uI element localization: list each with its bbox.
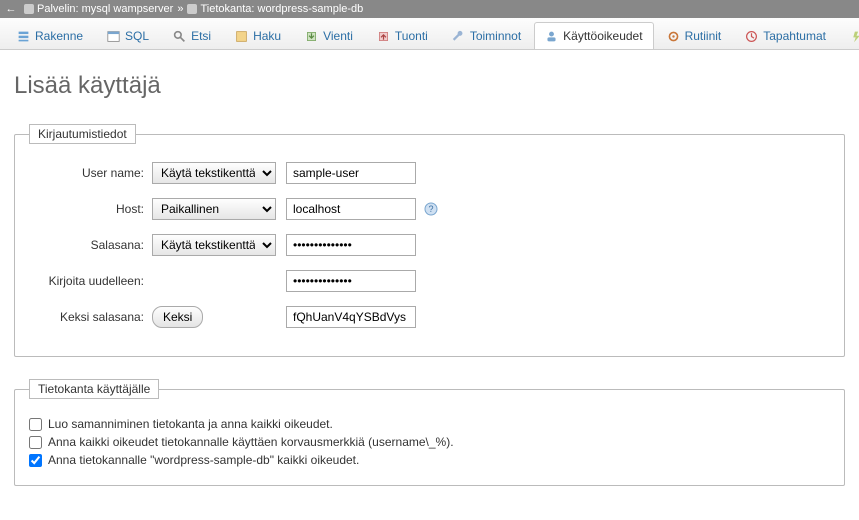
trigger-icon [850, 30, 859, 43]
opt-create-db-label: Luo samanniminen tietokanta ja anna kaik… [48, 417, 333, 431]
username-input[interactable] [286, 162, 416, 184]
main-content: Lisää käyttäjä Kirjautumistiedot User na… [0, 50, 859, 520]
opt-grant-db-checkbox[interactable] [29, 454, 42, 467]
export-icon [305, 30, 318, 43]
tab-sql[interactable]: SQL [96, 22, 160, 49]
db-user-legend: Tietokanta käyttäjälle [29, 379, 159, 399]
opt-grant-db-label: Anna tietokannalle "wordpress-sample-db"… [48, 453, 359, 467]
database-icon [187, 4, 197, 14]
server-crumb[interactable]: Palvelin: mysql wampserver [37, 3, 173, 15]
login-info-fieldset: Kirjautumistiedot User name: Käytä tekst… [14, 124, 845, 357]
generated-password-input[interactable] [286, 306, 416, 328]
host-row: Host: Paikallinen ? [29, 198, 830, 220]
opt-wildcard-label: Anna kaikki oikeudet tietokannalle käytt… [48, 435, 454, 449]
clock-icon [745, 30, 758, 43]
tab-privileges[interactable]: Käyttöoikeudet [534, 22, 653, 49]
opt-wildcard-checkbox[interactable] [29, 436, 42, 449]
password-mode-select[interactable]: Käytä tekstikenttää: [152, 234, 276, 256]
username-label: User name: [29, 166, 144, 180]
tab-label: Tapahtumat [763, 29, 826, 43]
sql-icon [107, 30, 120, 43]
tab-label: Vienti [323, 29, 353, 43]
generate-btn-wrap: Keksi [152, 306, 276, 328]
tab-search[interactable]: Etsi [162, 22, 222, 49]
back-arrow-icon[interactable]: ← [4, 3, 18, 15]
database-crumb[interactable]: Tietokanta: wordpress-sample-db [200, 3, 363, 15]
location-bar: ← Palvelin: mysql wampserver » Tietokant… [0, 0, 859, 18]
tab-events[interactable]: Tapahtumat [734, 22, 837, 49]
tab-triggers[interactable]: Herättimet [839, 22, 859, 49]
import-icon [377, 30, 390, 43]
opt-grant-db-row: Anna tietokannalle "wordpress-sample-db"… [29, 453, 830, 467]
privileges-icon [545, 30, 558, 43]
db-user-fieldset: Tietokanta käyttäjälle Luo samanniminen … [14, 379, 845, 486]
password-label: Salasana: [29, 238, 144, 252]
tab-label: Rakenne [35, 29, 83, 43]
tab-export[interactable]: Vienti [294, 22, 364, 49]
tab-label: Käyttöoikeudet [563, 29, 642, 43]
tab-label: Toiminnot [470, 29, 521, 43]
tab-label: Etsi [191, 29, 211, 43]
tab-label: SQL [125, 29, 149, 43]
username-mode-select[interactable]: Käytä tekstikenttää: [152, 162, 276, 184]
tab-label: Tuonti [395, 29, 428, 43]
opt-create-db-row: Luo samanniminen tietokanta ja anna kaik… [29, 417, 830, 431]
tab-label: Haku [253, 29, 281, 43]
generate-button[interactable]: Keksi [152, 306, 203, 328]
generate-row: Keksi salasana: Keksi [29, 306, 830, 328]
tab-routines[interactable]: Rutiinit [656, 22, 733, 49]
structure-icon [17, 30, 30, 43]
page-title: Lisää käyttäjä [14, 72, 845, 100]
tab-operations[interactable]: Toiminnot [441, 22, 532, 49]
tab-bar: Rakenne SQL Etsi Haku Vienti Tuonti Toim… [0, 18, 859, 50]
host-mode-select[interactable]: Paikallinen [152, 198, 276, 220]
retype-row: Kirjoita uudelleen: [29, 270, 830, 292]
tab-query[interactable]: Haku [224, 22, 292, 49]
username-row: User name: Käytä tekstikenttää: [29, 162, 830, 184]
opt-create-db-checkbox[interactable] [29, 418, 42, 431]
routines-icon [667, 30, 680, 43]
host-label: Host: [29, 202, 144, 216]
retype-label: Kirjoita uudelleen: [29, 274, 144, 288]
password-row: Salasana: Käytä tekstikenttää: [29, 234, 830, 256]
password-input[interactable] [286, 234, 416, 256]
retype-input[interactable] [286, 270, 416, 292]
help-icon[interactable]: ? [424, 202, 438, 216]
svg-text:?: ? [428, 204, 433, 214]
query-icon [235, 30, 248, 43]
generate-label: Keksi salasana: [29, 310, 144, 324]
wrench-icon [452, 30, 465, 43]
tab-label: Rutiinit [685, 29, 722, 43]
opt-wildcard-row: Anna kaikki oikeudet tietokannalle käytt… [29, 435, 830, 449]
breadcrumb-separator: » [177, 3, 183, 15]
host-input[interactable] [286, 198, 416, 220]
search-icon [173, 30, 186, 43]
server-icon [24, 4, 34, 14]
tab-import[interactable]: Tuonti [366, 22, 439, 49]
login-info-legend: Kirjautumistiedot [29, 124, 136, 144]
tab-structure[interactable]: Rakenne [6, 22, 94, 49]
